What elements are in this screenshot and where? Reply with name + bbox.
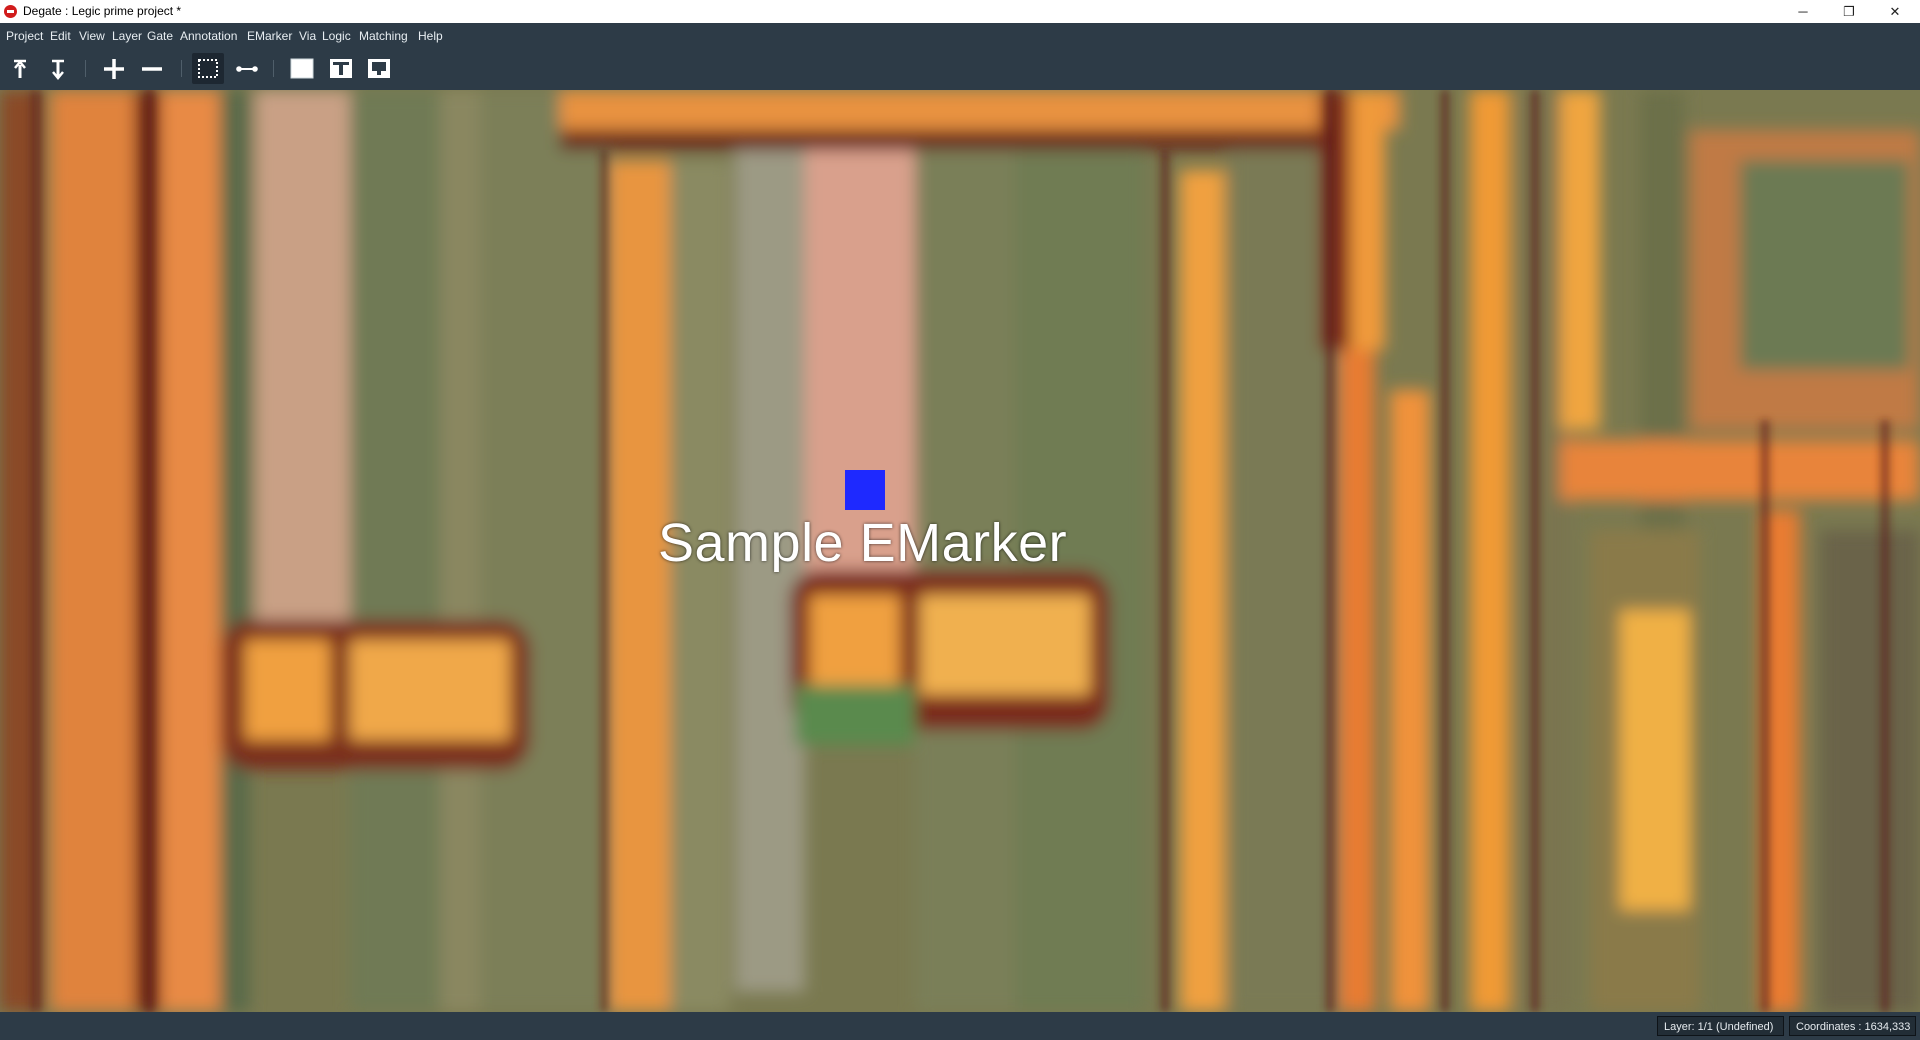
zoom-in-button[interactable] [98, 53, 130, 84]
menu-project[interactable]: Project [6, 29, 43, 43]
minimize-button[interactable]: ─ [1780, 0, 1826, 23]
menu-view[interactable]: View [79, 29, 105, 43]
maximize-button[interactable]: ❐ [1826, 0, 1872, 23]
status-bar: Layer: 1/1 (Undefined) Coordinates : 163… [0, 1012, 1920, 1040]
layer-down-icon [52, 59, 64, 80]
menu-bar: Project Edit View Layer Gate Annotation … [0, 23, 1920, 47]
toolbar [0, 47, 1920, 90]
wire-tool-icon [236, 66, 258, 72]
menu-logic[interactable]: Logic [322, 29, 351, 43]
zoom-out-button[interactable] [136, 53, 168, 84]
layer-status: Layer: 1/1 (Undefined) [1657, 1016, 1784, 1036]
menu-matching[interactable]: Matching [359, 29, 408, 43]
menu-emarker[interactable]: EMarker [247, 29, 292, 43]
menu-layer[interactable]: Layer [112, 29, 142, 43]
metal-layer-button[interactable] [325, 53, 357, 84]
toolbar-separator [181, 60, 182, 77]
emarker-label: Sample EMarker [658, 513, 1068, 573]
zoom-in-icon [104, 59, 124, 79]
workspace-canvas[interactable]: Sample EMarker [0, 90, 1920, 1012]
area-select-button[interactable] [192, 53, 224, 84]
emarker-marker[interactable] [845, 470, 885, 510]
area-select-icon [198, 59, 218, 78]
close-button[interactable]: ✕ [1872, 0, 1918, 23]
logic-layer-icon [368, 59, 390, 78]
menu-gate[interactable]: Gate [147, 29, 173, 43]
menu-annotation[interactable]: Annotation [180, 29, 237, 43]
layer-down-button[interactable] [42, 53, 74, 84]
background-layer-icon [290, 58, 314, 79]
toolbar-separator [85, 60, 86, 77]
toolbar-separator [273, 60, 274, 77]
logic-layer-button[interactable] [363, 53, 395, 84]
menu-via[interactable]: Via [299, 29, 316, 43]
coordinates-status: Coordinates : 1634,333 [1789, 1016, 1916, 1036]
menu-help[interactable]: Help [418, 29, 443, 43]
menu-edit[interactable]: Edit [50, 29, 71, 43]
title-bar: Degate : Legic prime project * ─ ❐ ✕ [0, 0, 1920, 23]
metal-layer-icon [330, 59, 352, 78]
wire-tool-button[interactable] [231, 53, 263, 84]
background-layer-button[interactable] [286, 53, 318, 84]
zoom-out-icon [142, 67, 162, 71]
layer-up-button[interactable] [4, 53, 36, 84]
layer-up-icon [14, 59, 26, 78]
window-title: Degate : Legic prime project * [23, 4, 182, 18]
degate-app-icon [4, 5, 17, 18]
